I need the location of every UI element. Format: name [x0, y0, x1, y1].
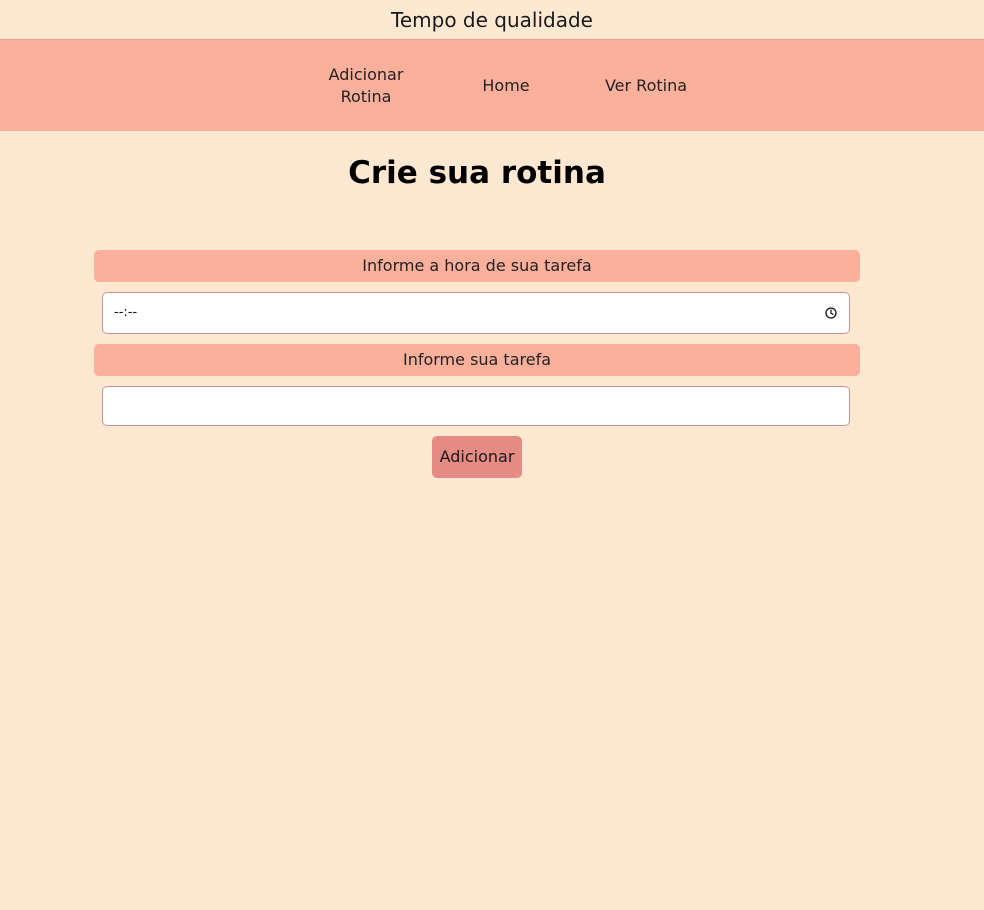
add-button[interactable]: Adicionar	[432, 436, 522, 478]
time-input[interactable]: --:--	[102, 292, 850, 334]
time-label: Informe a hora de sua tarefa	[94, 250, 860, 282]
time-input-placeholder: --:--	[114, 305, 138, 320]
task-label: Informe sua tarefa	[94, 344, 860, 376]
nav-add-routine-line1: Adicionar	[328, 64, 404, 84]
site-title: Tempo de qualidade	[391, 8, 593, 32]
navbar: Adicionar Rotina Home Ver Rotina	[0, 39, 984, 131]
clock-icon[interactable]	[825, 307, 837, 319]
page-title: Crie sua rotina	[348, 155, 606, 191]
nav-add-routine-link[interactable]: Adicionar Rotina	[318, 40, 414, 131]
task-input[interactable]	[102, 386, 850, 426]
nav-home-link[interactable]: Home	[466, 40, 546, 131]
nav-view-routine-link[interactable]: Ver Rotina	[596, 40, 696, 131]
nav-add-routine-line2: Rotina	[340, 86, 392, 106]
